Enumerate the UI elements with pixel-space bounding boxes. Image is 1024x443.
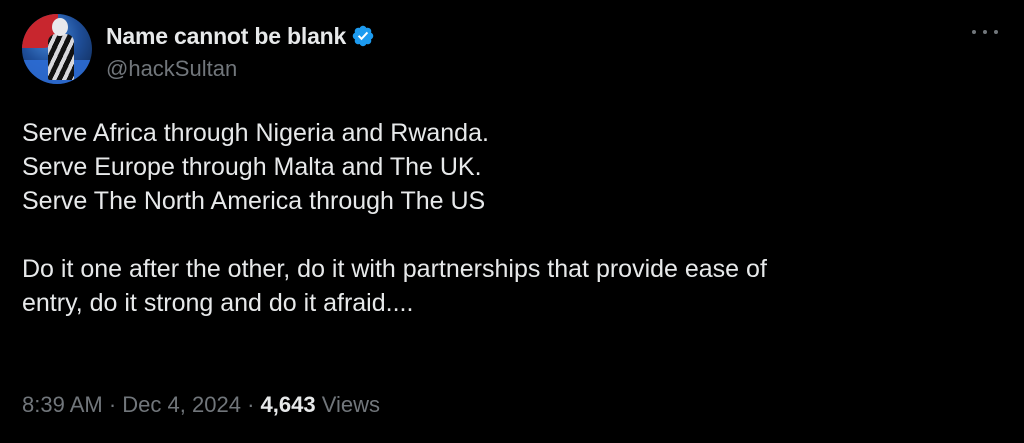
more-options-button[interactable] [972, 22, 998, 42]
tweet-time[interactable]: 8:39 AM [22, 392, 103, 417]
tweet-text-line: Serve Africa through Nigeria and Rwanda. [22, 119, 489, 147]
more-horizontal-icon-dot [983, 30, 987, 34]
avatar[interactable] [22, 14, 92, 84]
views-label: Views [321, 392, 380, 417]
tweet-text-line: Serve The North America through The US [22, 187, 486, 215]
author-handle[interactable]: @hackSultan [106, 56, 237, 82]
author-name-row: Name cannot be blank [106, 22, 375, 50]
avatar-figure-head [52, 18, 68, 36]
meta-separator: · [108, 392, 117, 417]
more-horizontal-icon-dot [972, 30, 976, 34]
verified-badge-icon [352, 25, 374, 47]
more-horizontal-icon-dot [994, 30, 998, 34]
tweet-text-line: Do it one after the other, do it with pa… [22, 255, 767, 283]
tweet-text-line: Serve Europe through Malta and The UK. [22, 153, 482, 181]
avatar-figure-body [48, 34, 74, 80]
tweet-card: Name cannot be blank @hackSultan Serve A… [0, 0, 1024, 443]
views-count: 4,643 [260, 392, 316, 417]
author-display-name[interactable]: Name cannot be blank [106, 23, 346, 50]
tweet-text: Serve Africa through Nigeria and Rwanda.… [22, 116, 982, 320]
meta-separator: · [247, 392, 255, 417]
tweet-date[interactable]: Dec 4, 2024 [122, 392, 241, 417]
tweet-text-line [22, 218, 982, 252]
tweet-text-line: entry, do it strong and do it afraid.... [22, 289, 414, 317]
tweet-meta: 8:39 AM · Dec 4, 2024 · 4,643 Views [22, 392, 380, 418]
